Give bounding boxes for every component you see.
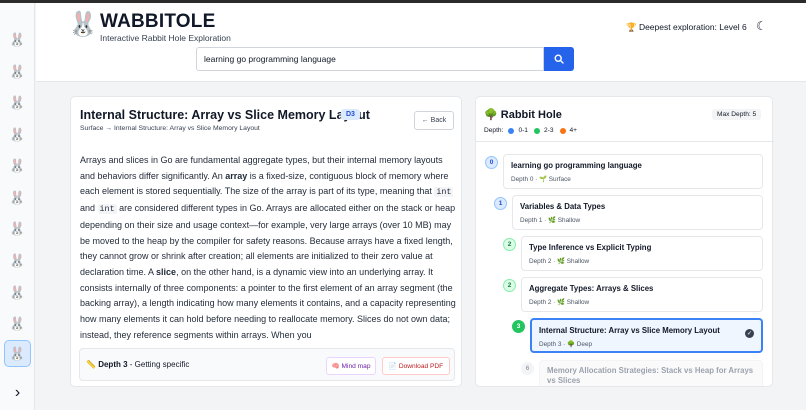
article-text: Arrays and slices in Go are fundamental …: [80, 153, 456, 341]
breadcrumb: Surface → Internal Structure: Array vs S…: [80, 125, 260, 132]
legend-dot-blue: [508, 127, 515, 134]
node-meta: Depth 1 · 🌿 Shallow: [520, 217, 581, 224]
depth-number-badge: 3: [512, 320, 525, 333]
depth-number-badge: 1: [494, 197, 507, 210]
node-meta: Depth 3 · 🌳 Deep: [539, 341, 593, 348]
history-item-rabbit-icon[interactable]: 🐰: [4, 247, 31, 274]
tree-node[interactable]: learning go programming language Depth 0…: [503, 154, 763, 189]
history-item-rabbit-icon[interactable]: 🐰: [4, 310, 31, 337]
code-type: int: [434, 187, 454, 198]
history-rail: 🐰 🐰 🐰 🐰 🐰 🐰 🐰 🐰 🐰 🐰 🐰 ›: [0, 3, 35, 410]
text-run: , on the other hand, is a dynamic view i…: [80, 266, 456, 340]
depth-footer: 📏 Depth 3 - Getting specific 🧠 Mind map …: [79, 348, 455, 381]
search-button[interactable]: [544, 47, 574, 71]
tree-node[interactable]: Variables & Data Types Depth 1 · 🌿 Shall…: [512, 195, 763, 230]
check-icon: ✓: [745, 329, 754, 338]
search-input[interactable]: [196, 47, 544, 71]
depth-legend: Depth: 0-1 2-3 4+: [484, 127, 577, 134]
mind-map-button[interactable]: 🧠 Mind map: [326, 357, 376, 375]
app-title: WABBITOLE: [100, 11, 216, 32]
legend-dot-orange: [559, 127, 566, 134]
deepest-exploration-stat: 🏆 Deepest exploration: Level 6: [626, 22, 747, 32]
rabbit-logo-icon: 🐰: [68, 11, 98, 38]
download-pdf-button[interactable]: 📄 Download PDF: [382, 357, 450, 375]
tree-node[interactable]: Aggregate Types: Arrays & Slices Depth 2…: [521, 277, 763, 312]
tree-node-suggested[interactable]: Memory Allocation Strategies: Stack vs H…: [539, 360, 763, 386]
legend-item: 2-3: [543, 127, 554, 134]
legend-item: 4+: [569, 127, 578, 134]
dark-mode-moon-icon[interactable]: ☾: [756, 19, 767, 33]
tree-node[interactable]: Type Inference vs Explicit Typing Depth …: [521, 236, 763, 271]
history-item-rabbit-icon[interactable]: 🐰: [4, 58, 31, 85]
node-meta: Depth 0 · 🌱 Surface: [511, 176, 571, 183]
history-item-rabbit-icon[interactable]: 🐰: [4, 184, 31, 211]
page-title: Internal Structure: Array vs Slice Memor…: [80, 108, 370, 122]
tree-node-active[interactable]: Internal Structure: Array vs Slice Memor…: [530, 318, 763, 353]
code-type: int: [97, 204, 117, 215]
depth-label: Depth 3: [98, 360, 128, 369]
depth-number-badge: 2: [503, 238, 516, 251]
rabbit-hole-panel: 🌳 Rabbit Hole Max Depth: 5 Depth: 0-1 2-…: [475, 96, 774, 387]
term-array: array: [225, 170, 248, 181]
app-subtitle: Interactive Rabbit Hole Exploration: [100, 33, 231, 43]
text-run: and: [80, 203, 98, 214]
node-title: learning go programming language: [511, 161, 642, 170]
legend-dot-green: [533, 127, 540, 134]
node-title: Aggregate Types: Arrays & Slices: [529, 284, 654, 293]
rabbit-hole-tree: 0 learning go programming language Depth…: [476, 142, 774, 386]
back-button[interactable]: ← Back: [414, 111, 454, 130]
ruler-icon: 📏: [86, 360, 96, 369]
depth-description: - Getting specific: [127, 360, 190, 369]
depth-number-badge: 2: [503, 279, 516, 292]
depth-badge: D3: [341, 109, 360, 120]
history-item-rabbit-icon[interactable]: 🐰: [4, 152, 31, 179]
depth-number-badge: 6: [521, 362, 534, 375]
legend-label: Depth:: [484, 127, 504, 134]
text-run: are considered different types in Go. Ar…: [80, 203, 456, 277]
max-depth-badge: Max Depth: 5: [712, 109, 762, 120]
search-icon: [554, 54, 564, 64]
node-meta: Depth 2 · 🌿 Shallow: [529, 299, 590, 306]
rabbit-hole-title: 🌳 Rabbit Hole: [484, 109, 562, 121]
history-item-rabbit-icon[interactable]: 🐰: [4, 121, 31, 148]
depth-indicator: 📏 Depth 3 - Getting specific: [86, 360, 189, 369]
expand-rail-chevron-icon[interactable]: ›: [4, 381, 31, 405]
legend-item: 0-1: [518, 127, 528, 134]
node-title: Type Inference vs Explicit Typing: [529, 243, 652, 252]
history-item-rabbit-icon[interactable]: 🐰: [4, 215, 31, 242]
history-item-rabbit-icon[interactable]: 🐰: [4, 26, 31, 53]
node-title: Variables & Data Types: [520, 202, 606, 211]
node-title: Internal Structure: Array vs Slice Memor…: [539, 326, 720, 335]
node-title: Memory Allocation Strategies: Stack vs H…: [547, 366, 754, 385]
content-panel: Internal Structure: Array vs Slice Memor…: [70, 96, 462, 387]
history-item-rabbit-icon[interactable]: 🐰: [4, 89, 31, 116]
node-meta: Depth 2 · 🌿 Shallow: [529, 258, 590, 265]
history-item-active-rabbit-icon[interactable]: 🐰: [4, 340, 31, 367]
history-item-rabbit-icon[interactable]: 🐰: [4, 279, 31, 306]
depth-number-badge: 0: [485, 156, 498, 169]
term-slice: slice: [156, 266, 177, 277]
